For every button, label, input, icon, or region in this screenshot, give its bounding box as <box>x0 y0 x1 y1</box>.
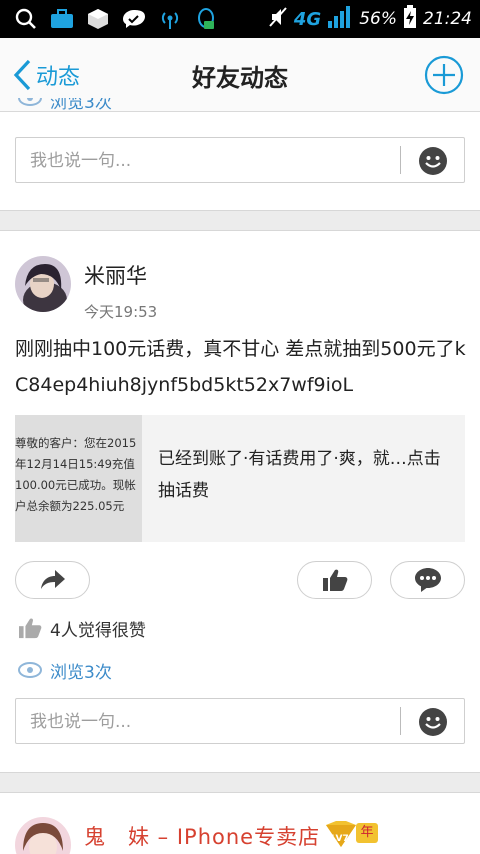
comment-divider <box>400 707 401 735</box>
year-badge: 年 <box>356 823 378 843</box>
comment-divider <box>400 146 401 174</box>
author-name[interactable]: 鬼 妹 – IPhone专卖店 <box>84 821 320 851</box>
thumb-line: 年12月14日15:49充值 <box>15 457 135 471</box>
share-arrow-icon <box>40 570 65 589</box>
cube-icon <box>80 0 116 38</box>
briefcase-icon <box>44 0 80 38</box>
views-summary: 浏览3次 <box>18 656 112 684</box>
likes-text: 4人觉得很赞 <box>50 620 146 641</box>
post-card: 米丽华 今天19:53 刚刚抽中100元话费，真不甘心 差点就抽到500元了kC… <box>0 230 480 773</box>
qq-icon <box>188 0 224 38</box>
search-icon <box>8 0 44 38</box>
thumbs-up-icon <box>322 569 347 591</box>
shared-link-card[interactable]: 尊敬的客户：您在2015 年12月14日15:49充值 100.00元已成功。现… <box>15 415 465 542</box>
emoji-icon[interactable] <box>418 707 448 737</box>
shared-thumbnail: 尊敬的客户：您在2015 年12月14日15:49充值 100.00元已成功。现… <box>15 415 142 542</box>
thumb-line: 100.00元已成功。现帐 <box>15 478 136 492</box>
eye-icon <box>18 98 42 118</box>
next-post-card: 鬼 妹 – IPhone专卖店 LV7 年 <box>0 792 480 854</box>
previous-views-row: 浏览3次 <box>18 98 112 118</box>
previous-views-text: 浏览3次 <box>50 98 112 113</box>
comment-box <box>15 137 465 183</box>
message-check-icon <box>116 0 152 38</box>
comment-bubble-icon <box>414 568 441 592</box>
vip-level: LV7 <box>331 834 349 844</box>
vip-level-badge: LV7 年 <box>322 819 378 849</box>
comment-button[interactable] <box>390 561 465 599</box>
likes-summary[interactable]: 4人觉得很赞 <box>18 614 146 642</box>
signal-icon <box>327 5 353 34</box>
hotspot-icon <box>152 0 188 38</box>
avatar[interactable] <box>15 817 71 854</box>
like-button[interactable] <box>297 561 372 599</box>
comment-input[interactable] <box>30 709 390 735</box>
share-button[interactable] <box>15 561 90 599</box>
add-post-button[interactable] <box>424 55 464 95</box>
network-type: 4G <box>293 8 322 30</box>
thumb-line: 尊敬的客户：您在2015 <box>15 436 137 450</box>
post-text: 刚刚抽中100元话费，真不甘心 差点就抽到500元了kC84ep4hiuh8jy… <box>15 338 466 396</box>
system-indicators: 4G 56% 21:24 <box>268 0 472 38</box>
comment-box <box>15 698 465 744</box>
battery-percent: 56% <box>359 9 397 29</box>
comment-input[interactable] <box>30 148 390 174</box>
page-title: 好友动态 <box>192 64 288 92</box>
post-time: 今天19:53 <box>84 303 158 321</box>
notification-icons <box>8 0 224 38</box>
previous-post-card: 浏览3次 <box>0 98 480 211</box>
avatar[interactable] <box>15 256 71 312</box>
thumbs-up-small-icon <box>19 618 42 639</box>
views-text: 浏览3次 <box>50 662 112 683</box>
status-bar: 4G 56% 21:24 <box>0 0 480 38</box>
mute-icon <box>268 6 288 33</box>
eye-icon <box>18 662 42 678</box>
shared-link-text: 已经到账了·有话费用了·爽，就…点击抽话费 <box>158 449 441 501</box>
emoji-icon[interactable] <box>418 146 448 176</box>
clock: 21:24 <box>423 9 472 29</box>
author-name[interactable]: 米丽华 <box>84 260 147 290</box>
battery-charging-icon <box>403 4 417 34</box>
thumb-line: 户总余额为225.05元 <box>15 499 125 513</box>
